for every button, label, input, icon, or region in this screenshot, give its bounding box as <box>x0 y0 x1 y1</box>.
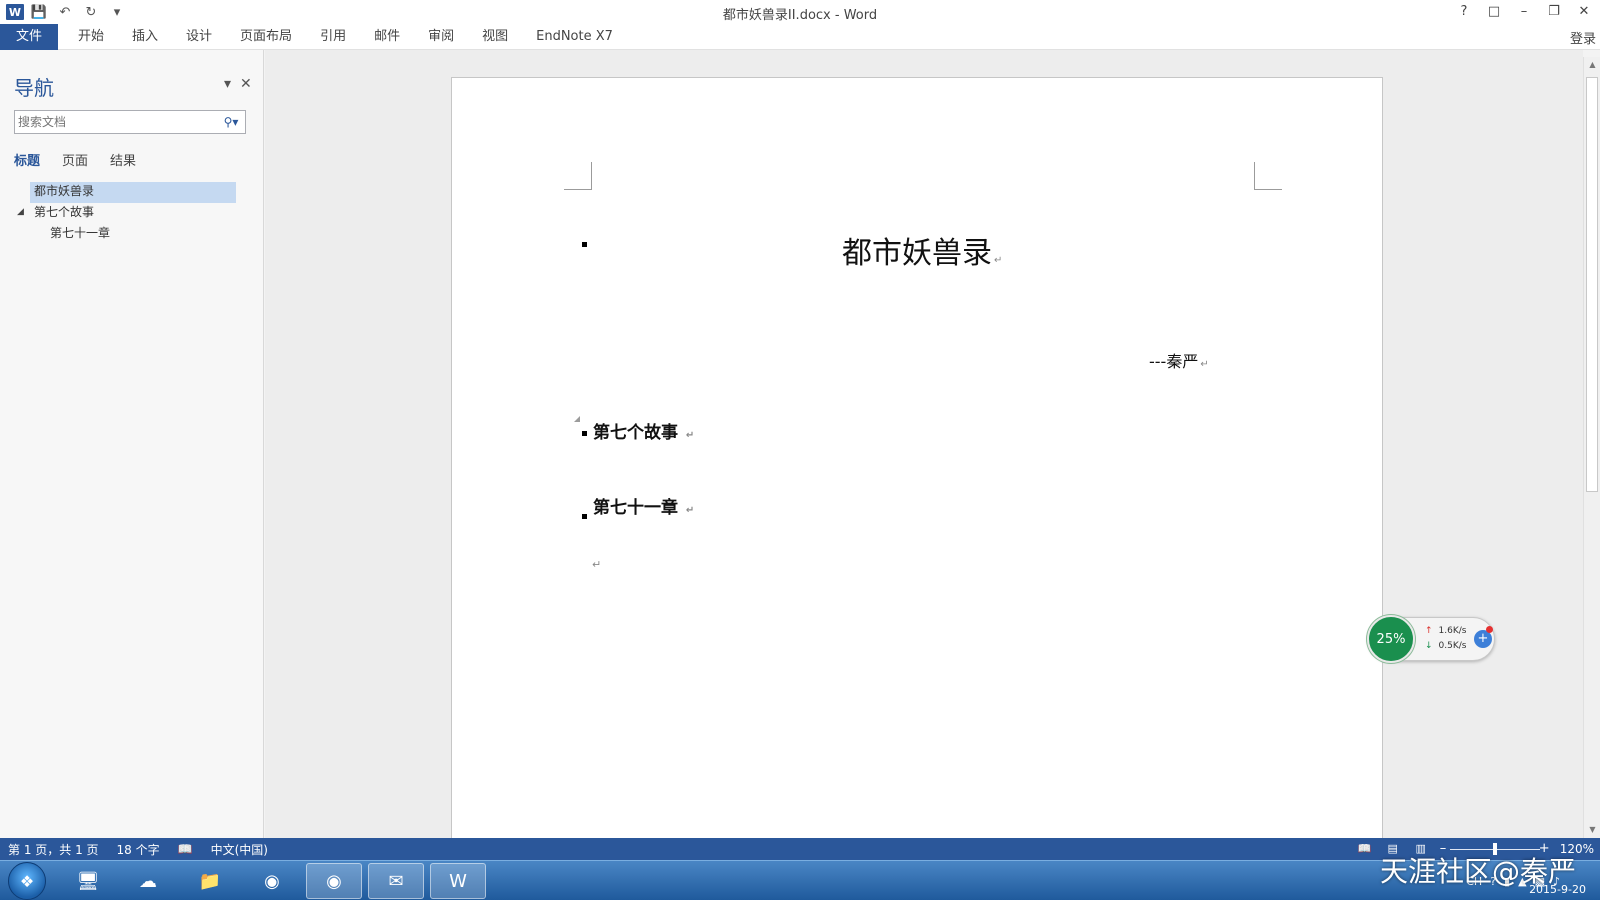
tab-home[interactable]: 开始 <box>64 24 118 50</box>
minimize-button[interactable]: – <box>1514 2 1534 20</box>
tab-review[interactable]: 审阅 <box>414 24 468 50</box>
save-icon[interactable]: 💾 <box>28 2 50 22</box>
netmon-upload: ↑ 1.6K/s <box>1425 626 1466 636</box>
title-bar: W 💾 ↶ ↻ ▾ 都市妖兽录II.docx - Word ? □ – ❐ ✕ <box>0 0 1600 24</box>
netmon-download: ↓ 0.5K/s <box>1425 641 1466 651</box>
nav-options-icon[interactable]: ▾ <box>224 76 231 92</box>
expand-triangle-icon[interactable]: ◢ <box>17 203 24 222</box>
paragraph-mark: ↵ <box>685 430 695 441</box>
ribbon-display-icon[interactable]: □ <box>1484 2 1504 20</box>
nav-tabs: 标题 页面 结果 <box>14 150 136 169</box>
chapter-heading[interactable]: 第七十一章 ↵ <box>593 493 694 518</box>
undo-icon[interactable]: ↶ <box>54 2 76 22</box>
chapter-heading-text: 第七十一章 <box>593 498 678 518</box>
navigation-pane: 导航 ▾ ✕ ⚲▾ 标题 页面 结果 都市妖兽录 ◢ 第七个故事 第七十一章 <box>0 50 264 838</box>
word-taskbar-icon[interactable]: W <box>430 863 486 899</box>
heading-bullet <box>582 242 587 247</box>
search-box: ⚲▾ <box>14 110 246 134</box>
tab-file[interactable]: 文件 <box>0 24 58 50</box>
netmon-download-value: 0.5K/s <box>1438 641 1467 651</box>
document-area: 都市妖兽录 ↵ ---秦严 ↵ 第七个故事 ↵ 第七十一章 ↵ ↵ <box>265 50 1583 838</box>
network-app-icon[interactable]: 🖥 <box>60 863 116 899</box>
tab-mailings[interactable]: 邮件 <box>360 24 414 50</box>
nav-title: 导航 <box>14 76 54 100</box>
quick-access-toolbar: W 💾 ↶ ↻ ▾ <box>6 2 128 22</box>
heading-bullet <box>582 431 587 436</box>
tab-view[interactable]: 视图 <box>468 24 522 50</box>
nav-tab-headings[interactable]: 标题 <box>14 150 40 169</box>
section-heading-text: 第七个故事 <box>593 423 678 443</box>
status-word-count[interactable]: 18 个字 <box>117 841 160 858</box>
nav-tab-results[interactable]: 结果 <box>110 150 136 169</box>
window-title: 都市妖兽录II.docx - Word <box>722 8 878 23</box>
paragraph-mark: ↵ <box>994 255 1003 266</box>
status-bar: 第 1 页，共 1 页 18 个字 📖 中文(中国) 📖 ▤ ▥ – + 120… <box>0 838 1600 860</box>
status-page[interactable]: 第 1 页，共 1 页 <box>8 841 99 858</box>
scrollbar-thumb[interactable] <box>1586 77 1598 492</box>
heading-tree: 都市妖兽录 ◢ 第七个故事 第七十一章 <box>14 182 236 245</box>
netmon-upload-value: 1.6K/s <box>1438 626 1467 636</box>
search-input[interactable] <box>15 112 217 132</box>
heading-bullet <box>582 514 587 519</box>
help-icon[interactable]: ? <box>1454 2 1474 20</box>
tab-insert[interactable]: 插入 <box>118 24 172 50</box>
tab-references[interactable]: 引用 <box>306 24 360 50</box>
document-page[interactable]: 都市妖兽录 ↵ ---秦严 ↵ 第七个故事 ↵ 第七十一章 ↵ ↵ <box>451 77 1383 838</box>
network-monitor-widget[interactable]: 25% ↑ 1.6K/s ↓ 0.5K/s + <box>1367 615 1495 663</box>
taskbar: ❖ 🖥 ☁ 📁 ◉ ◉ ✉ W CH ? ▮ ▲ ▩ ♪ 2015-9-20 <box>0 860 1600 900</box>
word-app-icon[interactable]: W <box>6 4 24 20</box>
paragraph-mark: ↵ <box>592 558 602 571</box>
proofing-icon[interactable]: 📖 <box>178 842 193 856</box>
netmon-notification-dot <box>1486 626 1493 633</box>
collapse-triangle-icon[interactable] <box>574 416 580 422</box>
section-heading[interactable]: 第七个故事 ↵ <box>593 418 694 443</box>
document-heading[interactable]: 都市妖兽录 ↵ <box>842 228 1002 272</box>
redo-icon[interactable]: ↻ <box>80 2 102 22</box>
download-arrow-icon: ↓ <box>1425 641 1433 651</box>
endnote-app-icon[interactable]: ◉ <box>244 863 300 899</box>
ribbon: 文件 开始 插入 设计 页面布局 引用 邮件 审阅 视图 EndNote X7 … <box>0 24 1600 50</box>
vertical-scrollbar[interactable]: ▲ ▼ <box>1583 57 1600 838</box>
paragraph-mark: ↵ <box>1200 359 1209 370</box>
customize-qat-icon[interactable]: ▾ <box>106 2 128 22</box>
chrome-icon[interactable]: ◉ <box>306 863 362 899</box>
read-mode-icon[interactable]: 📖 <box>1356 842 1374 856</box>
search-icon[interactable]: ⚲▾ <box>217 115 245 129</box>
window-controls: ? □ – ❐ ✕ <box>1454 2 1594 20</box>
nav-close-icon[interactable]: ✕ <box>240 76 252 92</box>
scroll-up-arrow-icon[interactable]: ▲ <box>1584 57 1600 73</box>
file-explorer-icon[interactable]: 📁 <box>182 863 238 899</box>
login-link[interactable]: 登录 <box>1570 28 1596 47</box>
heading-node[interactable]: 都市妖兽录 <box>30 182 236 203</box>
paragraph-mark: ↵ <box>685 505 695 516</box>
cloud-app-icon[interactable]: ☁ <box>120 863 176 899</box>
heading-node-label: 第七个故事 <box>34 205 95 219</box>
outlook-icon[interactable]: ✉ <box>368 863 424 899</box>
tab-endnote[interactable]: EndNote X7 <box>522 24 627 50</box>
heading-node[interactable]: ◢ 第七个故事 <box>14 203 236 224</box>
document-heading-text: 都市妖兽录 <box>842 236 992 271</box>
author-text: ---秦严 <box>1149 352 1199 371</box>
status-language[interactable]: 中文(中国) <box>211 841 268 858</box>
heading-node[interactable]: 第七十一章 <box>14 224 236 245</box>
ribbon-tabs: 文件 开始 插入 设计 页面布局 引用 邮件 审阅 视图 EndNote X7 <box>0 24 1600 50</box>
margin-corner-mark <box>1254 162 1282 190</box>
close-button[interactable]: ✕ <box>1574 2 1594 20</box>
watermark-text: 天涯社区@秦严 <box>1380 855 1577 888</box>
author-line[interactable]: ---秦严 ↵ <box>1149 348 1209 372</box>
netmon-percent[interactable]: 25% <box>1367 615 1415 663</box>
scroll-down-arrow-icon[interactable]: ▼ <box>1584 822 1600 838</box>
upload-arrow-icon: ↑ <box>1425 626 1433 636</box>
tab-design[interactable]: 设计 <box>172 24 226 50</box>
margin-corner-mark <box>564 162 592 190</box>
nav-tab-pages[interactable]: 页面 <box>62 150 88 169</box>
tab-layout[interactable]: 页面布局 <box>226 24 306 50</box>
start-button-icon[interactable]: ❖ <box>8 862 46 900</box>
restore-button[interactable]: ❐ <box>1544 2 1564 20</box>
